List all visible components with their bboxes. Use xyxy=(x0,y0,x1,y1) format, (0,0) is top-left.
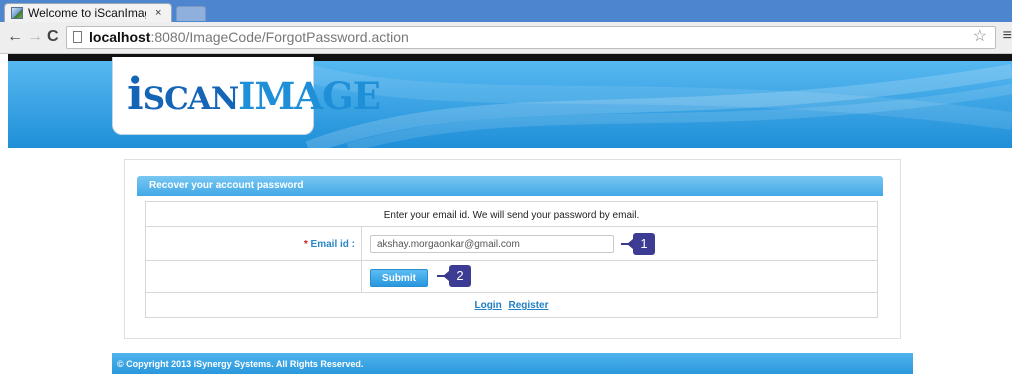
browser-tab[interactable]: Welcome to iScanImag × xyxy=(4,3,172,23)
login-link[interactable]: Login xyxy=(474,300,501,311)
logo-container[interactable]: iSCANIMAGE xyxy=(112,57,381,135)
browser-toolbar: ← → C localhost:8080/ImageCode/ForgotPas… xyxy=(0,22,1012,54)
panel-header: Recover your account password xyxy=(137,176,883,196)
instruction-text: Enter your email id. We will send your p… xyxy=(383,210,640,221)
address-bar[interactable]: localhost:8080/ImageCode/ForgotPassword.… xyxy=(66,26,996,49)
auth-links: Login Register xyxy=(146,300,877,312)
menu-icon[interactable]: ≡ xyxy=(1003,27,1012,45)
required-mark: * xyxy=(303,239,308,250)
url-text: localhost:8080/ImageCode/ForgotPassword.… xyxy=(89,29,409,46)
panel-title: Recover your account password xyxy=(149,180,304,191)
row-divider xyxy=(146,292,877,293)
tab-title: Welcome to iScanImag xyxy=(28,6,146,20)
footer: © Copyright 2013 iSynergy Systems. All R… xyxy=(112,353,913,374)
back-icon[interactable]: ← xyxy=(7,28,23,46)
url-host: localhost xyxy=(89,29,151,45)
close-tab-icon[interactable]: × xyxy=(155,6,161,21)
email-field[interactable] xyxy=(370,235,614,253)
page-icon xyxy=(73,31,82,43)
reload-icon[interactable]: C xyxy=(47,28,59,46)
callout-2: 2 xyxy=(437,265,477,287)
new-tab-button[interactable] xyxy=(176,6,206,21)
forward-icon[interactable]: → xyxy=(27,28,43,46)
register-link[interactable]: Register xyxy=(508,300,548,311)
submit-button[interactable]: Submit xyxy=(370,269,428,287)
callout-number: 2 xyxy=(449,265,471,287)
logo: iSCANIMAGE xyxy=(127,69,381,120)
row-divider xyxy=(146,226,877,227)
row-divider xyxy=(146,260,877,261)
copyright-text: © Copyright 2013 iSynergy Systems. All R… xyxy=(117,359,364,369)
column-divider xyxy=(361,226,362,292)
callout-1: 1 xyxy=(621,233,661,255)
callout-number: 1 xyxy=(633,233,655,255)
favicon-icon xyxy=(11,7,23,19)
url-path: :8080/ImageCode/ForgotPassword.action xyxy=(150,29,409,45)
bookmark-star-icon[interactable]: ☆ xyxy=(973,28,987,46)
email-label: * Email id : xyxy=(303,239,355,250)
tab-strip: Welcome to iScanImag × xyxy=(0,0,1012,23)
recover-form: Enter your email id. We will send your p… xyxy=(145,201,878,318)
